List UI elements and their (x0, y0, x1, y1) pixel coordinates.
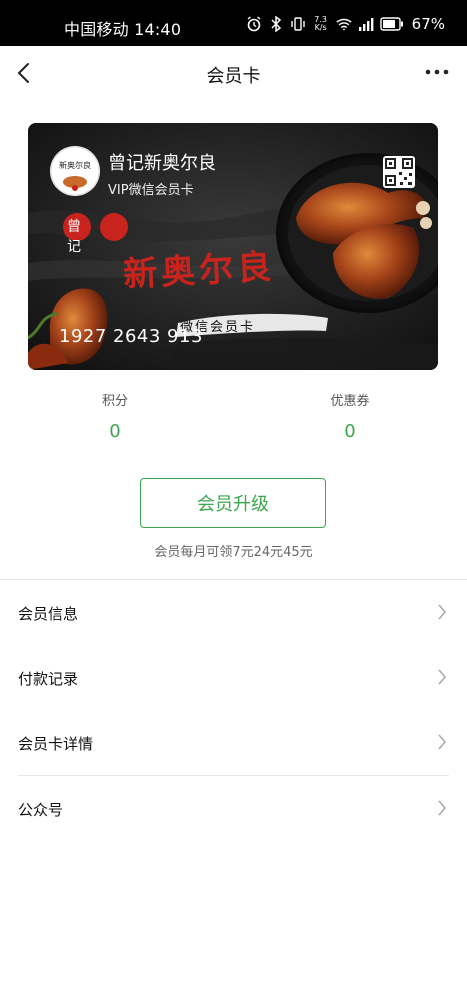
speed-unit: K/s (314, 23, 327, 32)
menu-item-label: 付款记录 (18, 670, 79, 688)
qr-code-icon (385, 158, 413, 186)
qr-code-button[interactable] (383, 156, 415, 188)
chevron-right-icon (438, 800, 447, 816)
signal-icon (358, 15, 374, 33)
points-label: 积分 (101, 394, 128, 409)
coupons-value: 0 (344, 421, 356, 442)
menu-item-member-info[interactable]: 会员信息 (0, 581, 467, 645)
page-title: 会员卡 (206, 66, 261, 87)
battery-icon (379, 15, 404, 33)
logo-icon (50, 146, 100, 196)
banner-small-text: 曾 记 (67, 219, 95, 255)
upgrade-button[interactable]: 会员升级 (140, 478, 326, 528)
coupons-stat[interactable]: 优惠券 0 (290, 390, 410, 442)
chevron-right-icon (438, 604, 447, 620)
chevron-right-icon (438, 669, 447, 685)
network-speed: 7.3 K/s (312, 16, 330, 32)
card-type: VIP微信会员卡 (108, 183, 194, 198)
logo-text: 新奥尔良 (59, 161, 91, 170)
nav-bar: 会员卡 (0, 46, 467, 102)
points-stat[interactable]: 积分 0 (55, 390, 175, 442)
store-name: 曾记新奥尔良 (108, 153, 216, 174)
coupons-label: 优惠券 (330, 394, 370, 409)
wifi-icon (336, 15, 352, 33)
vibrate-icon (290, 15, 306, 33)
upgrade-note: 会员每月可领7元24元45元 (154, 545, 313, 560)
menu-item-label: 公众号 (18, 801, 64, 819)
banner-large-text: 新奥尔良 (122, 247, 277, 295)
member-card[interactable]: 新奥尔良 曾记新奥尔良 VIP微信会员卡 曾 记 新奥尔良 微信会员卡 1927… (28, 123, 438, 370)
store-logo: 新奥尔良 (50, 146, 100, 196)
carrier-time: 中国移动 14:40 (64, 20, 182, 39)
menu-item-label: 会员卡详情 (18, 735, 94, 753)
menu-divider (18, 775, 449, 776)
more-button[interactable] (423, 60, 451, 84)
battery-percent: 67% (411, 15, 445, 33)
status-bar: 中国移动 14:40 7.3 K/s 67% (0, 0, 467, 46)
chevron-right-icon (438, 734, 447, 750)
menu-item-payment-records[interactable]: 付款记录 (0, 646, 467, 710)
menu-item-label: 会员信息 (18, 605, 79, 623)
more-icon (425, 69, 449, 75)
section-divider (0, 579, 467, 580)
menu-item-official-account[interactable]: 公众号 (0, 777, 467, 841)
bluetooth-icon (268, 15, 284, 33)
alarm-icon (246, 15, 262, 33)
menu-item-card-details[interactable]: 会员卡详情 (0, 711, 467, 775)
status-icons: 7.3 K/s 67% (246, 12, 445, 36)
card-number: 1927 2643 913 (59, 326, 203, 347)
points-value: 0 (109, 421, 121, 442)
